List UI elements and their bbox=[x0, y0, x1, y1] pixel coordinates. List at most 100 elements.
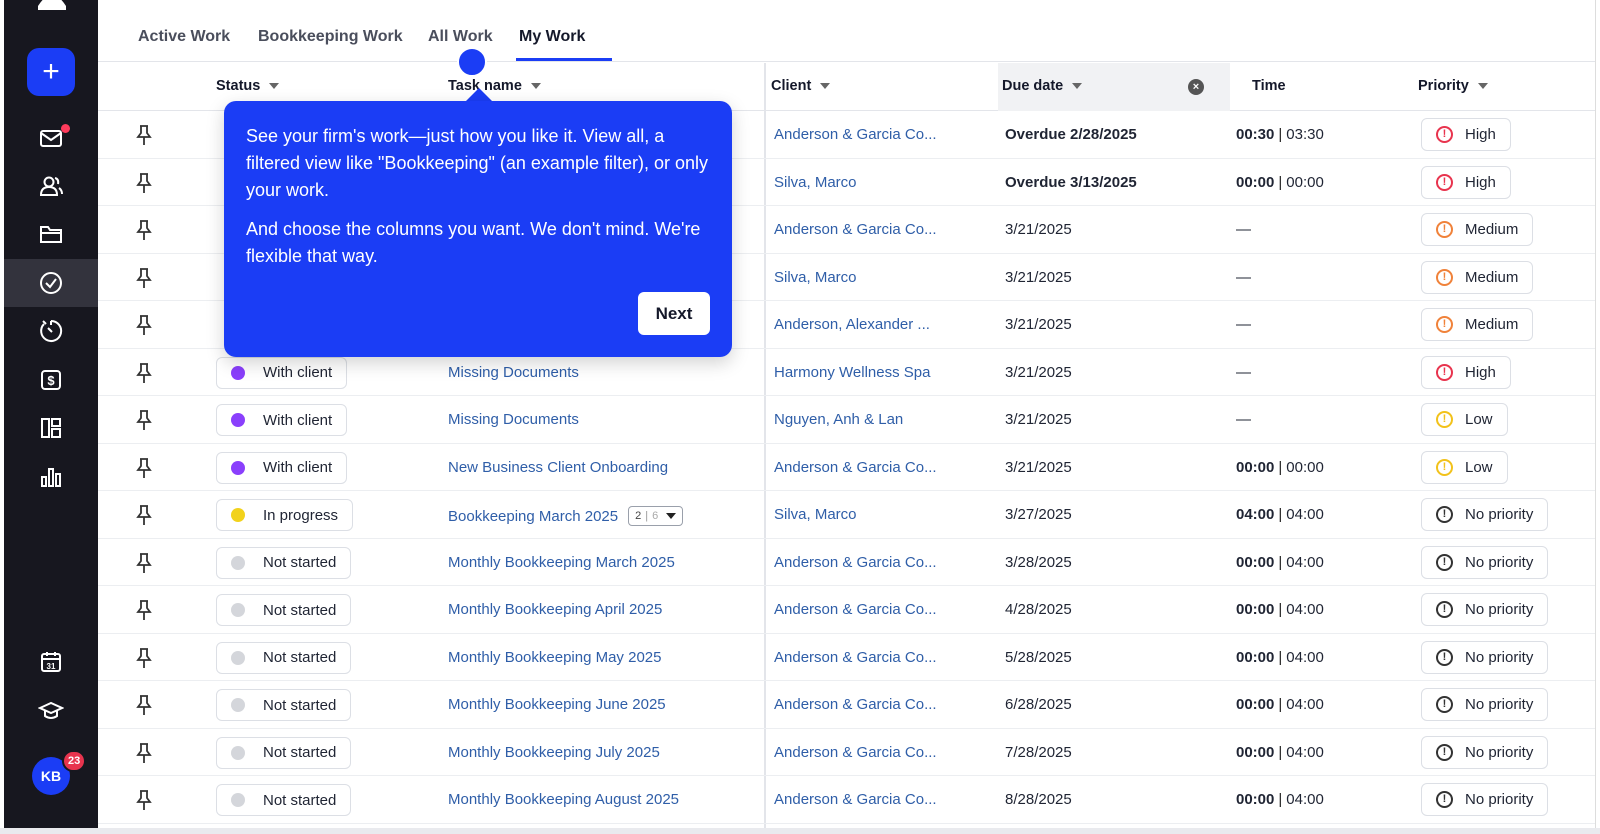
client-link[interactable]: Anderson & Garcia Co... bbox=[774, 221, 937, 238]
time-value: 00:00 | 04:00 bbox=[1236, 553, 1324, 571]
priority-pill[interactable]: ! Medium bbox=[1421, 260, 1534, 294]
priority-pill[interactable]: ! No priority bbox=[1421, 498, 1549, 531]
next-button[interactable]: Next bbox=[638, 292, 710, 335]
status-pill[interactable]: Not started bbox=[216, 641, 352, 674]
priority-pill[interactable]: ! High bbox=[1421, 355, 1511, 389]
status-pill[interactable]: Not started bbox=[216, 594, 352, 626]
priority-pill[interactable]: ! No priority bbox=[1421, 688, 1549, 721]
pin-icon[interactable] bbox=[134, 552, 154, 574]
priority-pill[interactable]: ! Medium bbox=[1421, 308, 1534, 341]
sidebar-item-dashboard[interactable] bbox=[4, 404, 98, 452]
client-link[interactable]: Anderson, Alexander ... bbox=[774, 316, 930, 333]
pin-icon[interactable] bbox=[134, 599, 154, 621]
sidebar-item-billing[interactable]: $ bbox=[4, 356, 98, 404]
table-row[interactable]: Not started Monthly Bookkeeping April 202… bbox=[98, 586, 1595, 634]
status-pill[interactable]: Not started bbox=[216, 736, 352, 769]
pin-icon[interactable] bbox=[134, 172, 154, 194]
pin-icon[interactable] bbox=[134, 409, 154, 431]
status-pill[interactable]: Not started bbox=[216, 546, 352, 579]
table-row[interactable]: With client Missing Documents Nguyen, Anh … bbox=[98, 396, 1595, 444]
table-row[interactable]: Not started Monthly Bookkeeping May 2025 A… bbox=[98, 634, 1595, 681]
priority-pill[interactable]: ! No priority bbox=[1421, 593, 1549, 626]
subtask-counter[interactable]: 2 | 6 bbox=[628, 506, 684, 526]
sidebar-item-work[interactable] bbox=[4, 259, 98, 307]
pin-icon[interactable] bbox=[134, 742, 154, 764]
pin-icon[interactable] bbox=[134, 647, 154, 669]
table-row[interactable]: With client New Business Client Onboardin… bbox=[98, 444, 1595, 491]
client-link[interactable]: Anderson & Garcia Co... bbox=[774, 696, 937, 713]
tab-active-work[interactable]: Active Work bbox=[138, 28, 230, 46]
table-row[interactable]: Not started Monthly Bookkeeping August 20… bbox=[98, 776, 1595, 824]
column-due-date[interactable]: Due date bbox=[1002, 78, 1083, 94]
sidebar-item-inbox[interactable] bbox=[4, 114, 98, 162]
status-pill[interactable]: With client bbox=[216, 451, 348, 484]
table-row[interactable]: Not started Monthly Bookkeeping March 202… bbox=[98, 539, 1595, 586]
status-pill[interactable]: In progress bbox=[216, 499, 354, 531]
status-pill[interactable]: With client bbox=[216, 356, 348, 389]
client-link[interactable]: Anderson & Garcia Co... bbox=[774, 459, 937, 476]
pin-icon[interactable] bbox=[134, 789, 154, 811]
status-pill[interactable]: Not started bbox=[216, 784, 352, 816]
task-link[interactable]: New Business Client Onboarding bbox=[448, 459, 668, 476]
task-link[interactable]: Missing Documents bbox=[448, 364, 579, 381]
column-status[interactable]: Status bbox=[216, 78, 280, 94]
priority-pill[interactable]: ! Low bbox=[1421, 403, 1508, 436]
clear-sort-icon[interactable]: × bbox=[1188, 79, 1204, 95]
column-client[interactable]: Client bbox=[771, 78, 831, 94]
task-link[interactable]: Monthly Bookkeeping August 2025 bbox=[448, 791, 679, 808]
column-task-name[interactable]: Task name bbox=[448, 78, 541, 94]
sidebar-item-documents[interactable] bbox=[4, 210, 98, 258]
table-row[interactable]: Not started Monthly Bookkeeping June 2025… bbox=[98, 681, 1595, 729]
client-link[interactable]: Anderson & Garcia Co... bbox=[774, 601, 937, 618]
client-link[interactable]: Anderson & Garcia Co... bbox=[774, 554, 937, 571]
client-link[interactable]: Anderson & Garcia Co... bbox=[774, 791, 937, 808]
sidebar-item-learning[interactable] bbox=[4, 687, 98, 735]
client-link[interactable]: Silva, Marco bbox=[774, 269, 857, 286]
priority-pill[interactable]: ! No priority bbox=[1421, 783, 1549, 816]
column-time[interactable]: Time bbox=[1252, 78, 1286, 94]
priority-pill[interactable]: ! No priority bbox=[1421, 545, 1549, 579]
status-pill[interactable]: With client bbox=[216, 404, 348, 436]
sidebar-item-calendar[interactable]: 31 bbox=[4, 638, 98, 686]
client-link[interactable]: Anderson & Garcia Co... bbox=[774, 649, 937, 666]
table-row[interactable]: In progress Bookkeeping March 2025 2 | 6 Silv… bbox=[98, 491, 1595, 539]
add-button[interactable]: + bbox=[27, 48, 75, 96]
tab-bookkeeping-work[interactable]: Bookkeeping Work bbox=[258, 28, 403, 46]
pin-icon[interactable] bbox=[134, 267, 154, 289]
task-link[interactable]: Monthly Bookkeeping June 2025 bbox=[448, 696, 666, 713]
pin-icon[interactable] bbox=[134, 124, 154, 146]
task-link[interactable]: Monthly Bookkeeping March 2025 bbox=[448, 554, 675, 571]
pin-icon[interactable] bbox=[134, 362, 154, 384]
tour-beacon[interactable] bbox=[457, 47, 487, 77]
client-link[interactable]: Silva, Marco bbox=[774, 506, 857, 523]
sidebar-item-time[interactable] bbox=[4, 307, 98, 355]
sidebar-item-reports[interactable] bbox=[4, 453, 98, 501]
pin-icon[interactable] bbox=[134, 504, 154, 526]
column-priority[interactable]: Priority bbox=[1418, 78, 1488, 94]
task-link[interactable]: Missing Documents bbox=[448, 411, 579, 428]
task-link[interactable]: Monthly Bookkeeping May 2025 bbox=[448, 649, 661, 666]
sidebar-item-contacts[interactable] bbox=[4, 162, 98, 210]
priority-pill[interactable]: ! Medium bbox=[1421, 213, 1534, 246]
table-row[interactable]: Not started Monthly Bookkeeping July 2025… bbox=[98, 729, 1595, 776]
pin-icon[interactable] bbox=[134, 314, 154, 336]
client-link[interactable]: Anderson & Garcia Co... bbox=[774, 744, 937, 761]
priority-pill[interactable]: ! No priority bbox=[1421, 640, 1549, 674]
pin-icon[interactable] bbox=[134, 694, 154, 716]
priority-pill[interactable]: ! High bbox=[1421, 118, 1511, 151]
client-link[interactable]: Harmony Wellness Spa bbox=[774, 364, 930, 381]
status-pill[interactable]: Not started bbox=[216, 689, 352, 721]
client-link[interactable]: Nguyen, Anh & Lan bbox=[774, 411, 903, 428]
priority-pill[interactable]: ! High bbox=[1421, 165, 1511, 199]
tab-all-work[interactable]: All Work bbox=[428, 28, 493, 46]
task-link[interactable]: Bookkeeping March 2025 2 | 6 bbox=[448, 506, 684, 526]
client-link[interactable]: Anderson & Garcia Co... bbox=[774, 126, 937, 143]
tab-my-work[interactable]: My Work bbox=[519, 28, 585, 46]
pin-icon[interactable] bbox=[134, 457, 154, 479]
task-link[interactable]: Monthly Bookkeeping April 2025 bbox=[448, 601, 662, 618]
priority-pill[interactable]: ! No priority bbox=[1421, 735, 1549, 769]
pin-icon[interactable] bbox=[134, 219, 154, 241]
priority-pill[interactable]: ! Low bbox=[1421, 450, 1508, 484]
client-link[interactable]: Silva, Marco bbox=[774, 174, 857, 191]
task-link[interactable]: Monthly Bookkeeping July 2025 bbox=[448, 744, 660, 761]
